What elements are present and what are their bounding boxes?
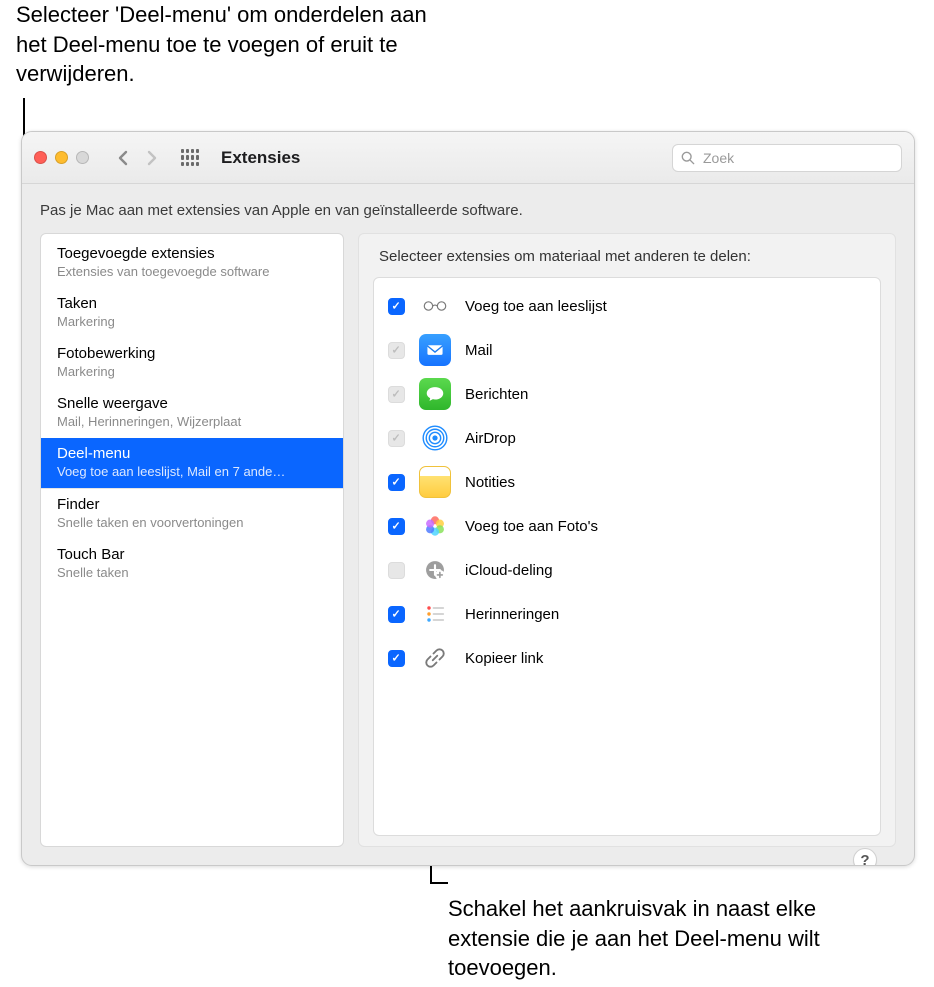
sidebar-item-subtitle: Extensies van toegevoegde software bbox=[57, 264, 327, 280]
sidebar-item-fotobewerking[interactable]: FotobewerkingMarkering bbox=[41, 338, 343, 388]
content-panes: Toegevoegde extensiesExtensies van toege… bbox=[40, 233, 896, 847]
sidebar-item-subtitle: Markering bbox=[57, 364, 327, 380]
extensions-list[interactable]: Voeg toe aan leeslijst Mail Berichten AirDr… bbox=[373, 277, 881, 836]
sidebar-item-title: Taken bbox=[57, 295, 327, 314]
extension-checkbox[interactable] bbox=[388, 474, 405, 491]
extension-checkbox[interactable] bbox=[388, 518, 405, 535]
extension-checkbox[interactable] bbox=[388, 298, 405, 315]
sidebar-item-title: Finder bbox=[57, 496, 327, 515]
extension-checkbox[interactable] bbox=[388, 606, 405, 623]
extension-label: Mail bbox=[465, 342, 866, 359]
sidebar-item-deel-menu[interactable]: Deel-menuVoeg toe aan leeslijst, Mail en… bbox=[41, 438, 343, 489]
titlebar: Extensies bbox=[22, 132, 914, 184]
extension-label: AirDrop bbox=[465, 430, 866, 447]
detail-title: Selecteer extensies om materiaal met and… bbox=[379, 248, 875, 265]
extension-row: Notities bbox=[374, 460, 880, 504]
extension-checkbox bbox=[388, 386, 405, 403]
help-button[interactable]: ? bbox=[853, 848, 877, 866]
mail-icon bbox=[419, 334, 451, 366]
window-title: Extensies bbox=[221, 148, 300, 168]
extension-row: Mail bbox=[374, 328, 880, 372]
extension-row: Voeg toe aan Foto's bbox=[374, 504, 880, 548]
sidebar-item-title: Fotobewerking bbox=[57, 345, 327, 364]
extension-label: Herinneringen bbox=[465, 606, 866, 623]
extension-row: iCloud-deling bbox=[374, 548, 880, 592]
show-all-button[interactable] bbox=[175, 145, 205, 171]
extension-label: Voeg toe aan Foto's bbox=[465, 518, 866, 535]
back-button[interactable] bbox=[109, 145, 135, 171]
extension-row: Berichten bbox=[374, 372, 880, 416]
forward-button[interactable] bbox=[139, 145, 165, 171]
sidebar-item-title: Toegevoegde extensies bbox=[57, 245, 327, 264]
extension-checkbox bbox=[388, 562, 405, 579]
icloud-icon bbox=[419, 554, 451, 586]
extension-label: iCloud-deling bbox=[465, 562, 866, 579]
search-icon bbox=[681, 151, 695, 165]
minimize-button[interactable] bbox=[55, 151, 68, 164]
chevron-left-icon bbox=[117, 150, 128, 166]
notes-icon bbox=[419, 466, 451, 498]
sidebar-item-title: Deel-menu bbox=[57, 445, 327, 464]
detail-pane: Selecteer extensies om materiaal met and… bbox=[358, 233, 896, 847]
window-traffic-lights bbox=[34, 151, 89, 164]
sidebar-item-touch-bar[interactable]: Touch BarSnelle taken bbox=[41, 539, 343, 589]
nav-arrows bbox=[109, 145, 165, 171]
extension-row: Voeg toe aan leeslijst bbox=[374, 284, 880, 328]
close-button[interactable] bbox=[34, 151, 47, 164]
sidebar: Toegevoegde extensiesExtensies van toege… bbox=[40, 233, 344, 847]
sidebar-item-title: Touch Bar bbox=[57, 546, 327, 565]
sidebar-item-finder[interactable]: FinderSnelle taken en voorvertoningen bbox=[41, 489, 343, 539]
extension-checkbox bbox=[388, 430, 405, 447]
sidebar-item-subtitle: Voeg toe aan leeslijst, Mail en 7 ande… bbox=[57, 464, 327, 480]
reminders-icon bbox=[419, 598, 451, 630]
glasses-icon bbox=[419, 290, 451, 322]
preferences-window: Extensies Pas je Mac aan met extensies v… bbox=[21, 131, 915, 866]
callout-bottom: Schakel het aankruisvak in naast elke ex… bbox=[448, 894, 848, 983]
link-icon bbox=[419, 642, 451, 674]
airdrop-icon bbox=[419, 422, 451, 454]
extension-row: AirDrop bbox=[374, 416, 880, 460]
extension-label: Berichten bbox=[465, 386, 866, 403]
sidebar-item-subtitle: Markering bbox=[57, 314, 327, 330]
sidebar-item-subtitle: Snelle taken en voorvertoningen bbox=[57, 515, 327, 531]
leader-line bbox=[430, 882, 448, 884]
extension-row: Kopieer link bbox=[374, 636, 880, 680]
callout-top: Selecteer 'Deel-menu' om onderdelen aan … bbox=[16, 0, 446, 89]
extension-row: Herinneringen bbox=[374, 592, 880, 636]
photos-icon bbox=[419, 510, 451, 542]
sidebar-item-snelle-weergave[interactable]: Snelle weergaveMail, Herinneringen, Wijz… bbox=[41, 388, 343, 438]
chevron-right-icon bbox=[147, 150, 158, 166]
sidebar-item-title: Snelle weergave bbox=[57, 395, 327, 414]
zoom-button bbox=[76, 151, 89, 164]
extension-checkbox[interactable] bbox=[388, 650, 405, 667]
sidebar-item-subtitle: Mail, Herinneringen, Wijzerplaat bbox=[57, 414, 327, 430]
intro-text: Pas je Mac aan met extensies van Apple e… bbox=[40, 202, 896, 219]
grid-icon bbox=[181, 149, 199, 167]
sidebar-item-taken[interactable]: TakenMarkering bbox=[41, 288, 343, 338]
extension-label: Voeg toe aan leeslijst bbox=[465, 298, 866, 315]
sidebar-item-toegevoegde-extensies[interactable]: Toegevoegde extensiesExtensies van toege… bbox=[41, 238, 343, 288]
messages-icon bbox=[419, 378, 451, 410]
search-field[interactable] bbox=[672, 144, 902, 172]
extension-label: Kopieer link bbox=[465, 650, 866, 667]
search-input[interactable] bbox=[701, 149, 893, 167]
extension-checkbox bbox=[388, 342, 405, 359]
extension-label: Notities bbox=[465, 474, 866, 491]
sidebar-item-subtitle: Snelle taken bbox=[57, 565, 327, 581]
window-body: Pas je Mac aan met extensies van Apple e… bbox=[22, 184, 914, 865]
